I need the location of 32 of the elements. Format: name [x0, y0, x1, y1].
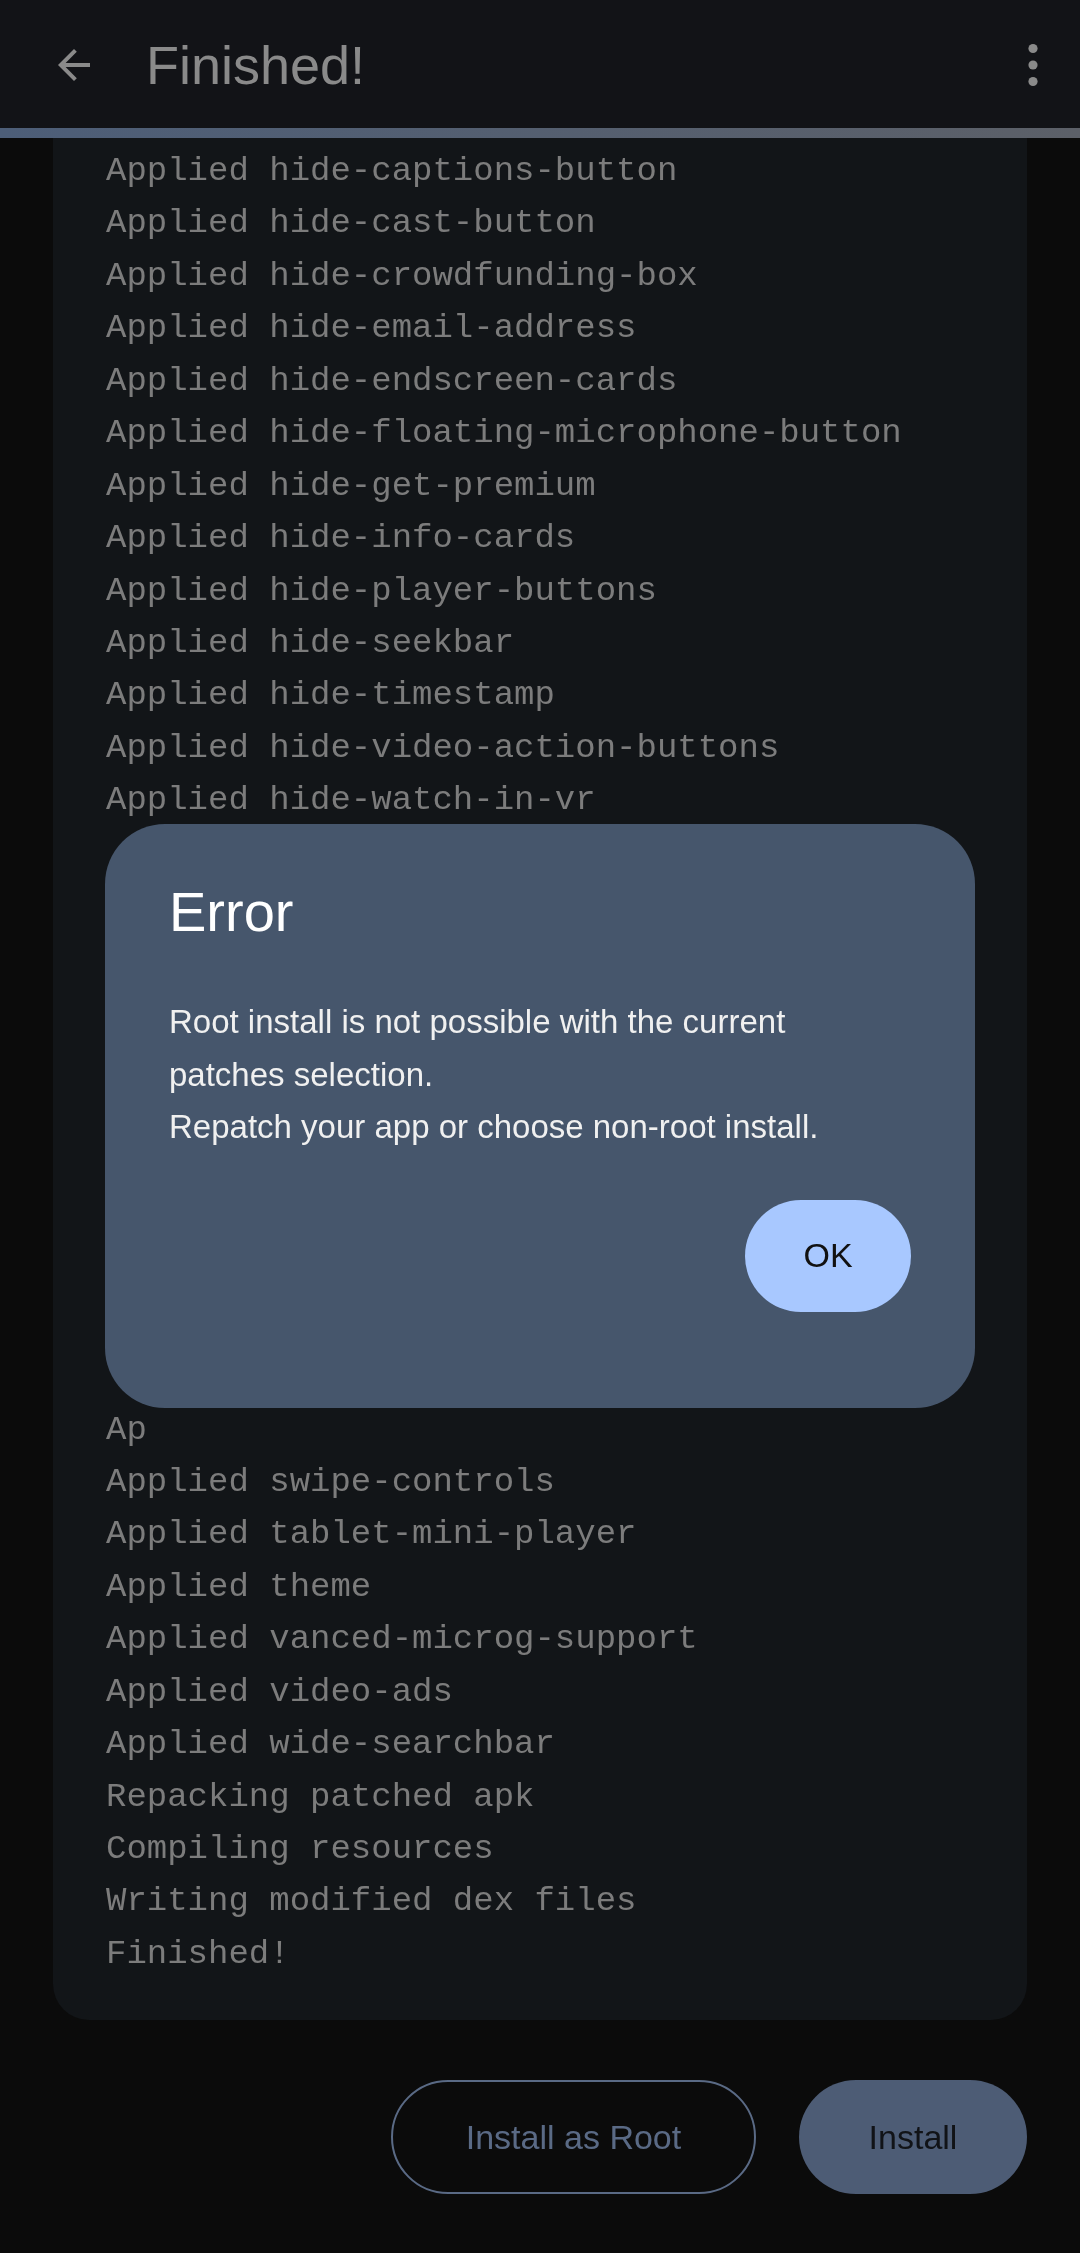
log-line: Applied wide-searchbar	[106, 1725, 555, 1764]
log-line: Applied hide-timestamp	[106, 676, 555, 715]
log-line: Applied theme	[106, 1567, 372, 1606]
log-line: Applied hide-floating-microphone-button	[106, 414, 902, 453]
dialog-title: Error	[169, 884, 295, 940]
log-line: Applied swipe-controls	[106, 1462, 555, 1501]
more-options-icon[interactable]	[1026, 43, 1040, 87]
install-button[interactable]: Install	[799, 2080, 1027, 2195]
log-line: Writing modified dex files	[106, 1882, 637, 1921]
log-line: Applied hide-seekbar	[106, 623, 515, 662]
log-line: Applied hide-get-premium	[106, 466, 596, 505]
log-line: Applied hide-crowdfunding-box	[106, 256, 698, 295]
log-line: Compiling resources	[106, 1830, 494, 1868]
log-line: Applied video-ads	[106, 1672, 453, 1711]
log-line: Applied hide-endscreen-cards	[106, 361, 678, 400]
log-line: Applied hide-cast-button	[106, 204, 596, 243]
log-line: Finished!	[106, 1934, 290, 1973]
log-line: Applied hide-video-action-buttons	[106, 728, 780, 767]
log-line: Applied hide-watch-in-vr	[106, 781, 596, 820]
log-line: Applied hide-player-buttons	[106, 571, 657, 610]
install-button[interactable]: Install as Root	[391, 2080, 756, 2195]
dialog-message: Repatch your app or choose non-root install.	[169, 1107, 820, 1147]
ok-button[interactable]: OK	[745, 1199, 911, 1312]
log-line: Ap	[106, 1410, 147, 1449]
log-line: Applied vanced-microg-support	[106, 1620, 698, 1659]
dialog-message: Root install is not possible with the current patches selection.	[169, 1002, 787, 1095]
log-line: Applied tablet-mini-player	[106, 1515, 637, 1554]
screen-title: Finished!	[146, 34, 367, 96]
log-line: Repacking patched apk	[106, 1777, 535, 1816]
log-line: Applied hide-captions-button	[106, 152, 678, 190]
log-line: Applied hide-email-address	[106, 309, 637, 348]
log-line: Applied hide-info-cards	[106, 519, 576, 558]
